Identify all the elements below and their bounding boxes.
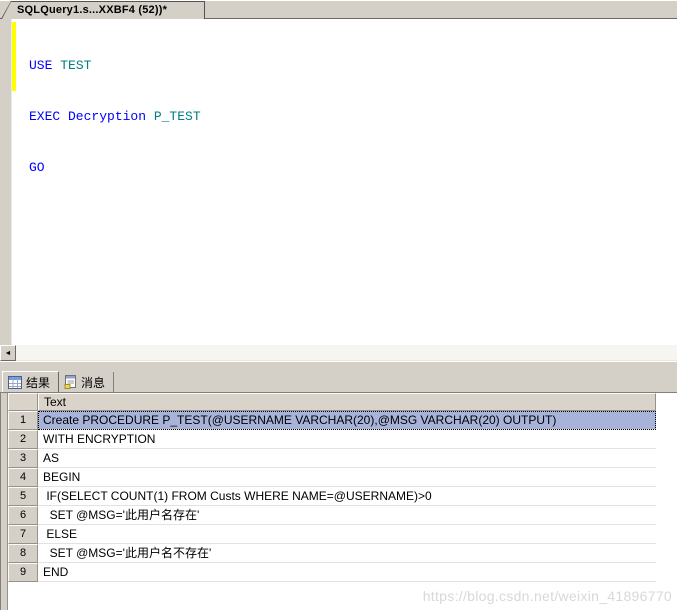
grid-column-header-text[interactable]: Text xyxy=(38,393,656,411)
grid-cell-text[interactable]: BEGIN xyxy=(38,468,656,487)
results-grid-icon xyxy=(8,375,22,389)
grid-cell-text[interactable]: IF(SELECT COUNT(1) FROM Custs WHERE NAME… xyxy=(38,487,656,506)
tab-results[interactable]: 结果 xyxy=(2,371,60,392)
left-arrow-icon: ◄ xyxy=(4,349,12,357)
tab-messages[interactable]: 消息 xyxy=(59,372,115,392)
grid-cell-text[interactable]: SET @MSG='此用户名存在' xyxy=(38,506,656,525)
grid-header-row: Text xyxy=(8,393,656,411)
grid-row-header[interactable]: 4 xyxy=(8,468,38,487)
sql-keyword: USE xyxy=(29,58,61,73)
sql-editor[interactable]: USE TEST EXEC Decryption P_TEST GO xyxy=(0,19,677,345)
grid-row-header[interactable]: 6 xyxy=(8,506,38,525)
sql-identifier: P_TEST xyxy=(153,109,201,124)
grid-corner-cell[interactable] xyxy=(8,393,38,411)
grid-row-header[interactable]: 8 xyxy=(8,544,38,563)
grid-row-header[interactable]: 7 xyxy=(8,525,38,544)
grid-row: 6 SET @MSG='此用户名存在' xyxy=(8,506,656,525)
ssms-window: SQLQuery1.s...XXBF4 (52))* USE TEST EXEC… xyxy=(0,0,677,610)
grid-cell-text[interactable]: END xyxy=(38,563,656,582)
query-document-tab-face: SQLQuery1.s...XXBF4 (52))* xyxy=(2,2,204,19)
grid-row: 7 ELSE xyxy=(8,525,656,544)
grid-row: 5 IF(SELECT COUNT(1) FROM Custs WHERE NA… xyxy=(8,487,656,506)
scroll-left-button[interactable]: ◄ xyxy=(0,345,16,361)
grid-cell-text[interactable]: SET @MSG='此用户名不存在' xyxy=(38,544,656,563)
grid-row: 9 END xyxy=(8,563,656,582)
grid-row: 3 AS xyxy=(8,449,656,468)
editor-horizontal-scrollbar[interactable]: ◄ xyxy=(0,345,677,361)
tab-results-label: 结果 xyxy=(26,375,51,390)
grid-row: 2 WITH ENCRYPTION xyxy=(8,430,656,449)
grid-row: 8 SET @MSG='此用户名不存在' xyxy=(8,544,656,563)
query-tab-title: SQLQuery1.s...XXBF4 (52))* xyxy=(17,4,168,16)
results-pane: 结果 消息 Text 1 Create PROCEDURE P_TEST(@US… xyxy=(0,369,677,610)
grid-cell-text[interactable]: ELSE xyxy=(38,525,656,544)
change-tracking-bar xyxy=(12,22,16,91)
code-line-2: EXEC Decryption P_TEST xyxy=(29,108,201,125)
messages-icon xyxy=(64,375,77,389)
grid-row-header[interactable]: 1 xyxy=(8,411,38,430)
grid-row-header[interactable]: 3 xyxy=(8,449,38,468)
editor-indicator-margin xyxy=(0,19,12,345)
sql-identifier: TEST xyxy=(60,58,92,73)
code-line-3: GO xyxy=(29,159,201,176)
grid-row-header[interactable]: 5 xyxy=(8,487,38,506)
document-tab-strip: SQLQuery1.s...XXBF4 (52))* xyxy=(0,0,677,19)
grid-cell-text[interactable]: AS xyxy=(38,449,656,468)
grid-row-header[interactable]: 2 xyxy=(8,430,38,449)
pane-splitter[interactable] xyxy=(0,361,677,369)
grid-row-header[interactable]: 9 xyxy=(8,563,38,582)
sql-keyword: GO xyxy=(29,160,45,175)
code-area[interactable]: USE TEST EXEC Decryption P_TEST GO xyxy=(29,23,201,210)
query-document-tab[interactable]: SQLQuery1.s...XXBF4 (52))* xyxy=(1,1,205,19)
results-tab-bar: 结果 消息 xyxy=(0,369,677,392)
tab-messages-label: 消息 xyxy=(81,375,106,390)
code-line-1: USE TEST xyxy=(29,57,201,74)
results-grid-table: Text 1 Create PROCEDURE P_TEST(@USERNAME … xyxy=(8,393,656,610)
scrollbar-track[interactable] xyxy=(16,345,677,361)
grid-cell-text[interactable]: WITH ENCRYPTION xyxy=(38,430,656,449)
grid-cell-text[interactable]: Create PROCEDURE P_TEST(@USERNAME VARCHA… xyxy=(38,411,656,430)
grid-rows-container: 1 Create PROCEDURE P_TEST(@USERNAME VARCH… xyxy=(8,411,656,582)
sql-keyword: EXEC Decryption xyxy=(29,109,154,124)
grid-row: 1 Create PROCEDURE P_TEST(@USERNAME VARCH… xyxy=(8,411,656,430)
grid-left-margin xyxy=(1,393,8,610)
grid-row: 4 BEGIN xyxy=(8,468,656,487)
results-grid: Text 1 Create PROCEDURE P_TEST(@USERNAME … xyxy=(0,392,677,610)
